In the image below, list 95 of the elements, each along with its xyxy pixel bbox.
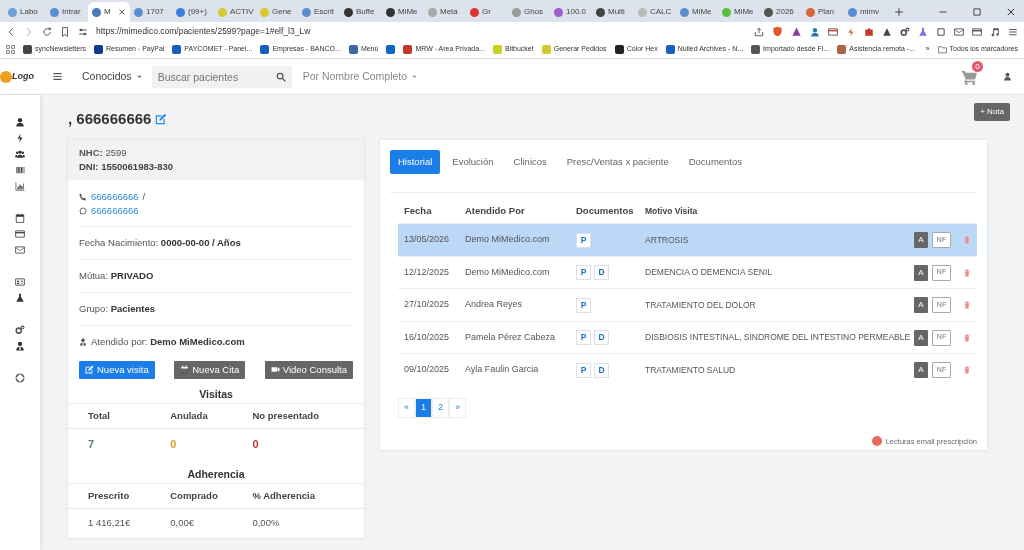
next-page-button[interactable]: » <box>449 397 466 418</box>
browser-tab[interactable]: MiMe <box>676 2 718 22</box>
field-text: Mútua: PRIVADO <box>79 268 154 283</box>
browser-tab[interactable]: CALC <box>634 2 676 22</box>
stat-value: 0,00% <box>251 516 281 531</box>
browser-tab[interactable]: 100.0 <box>550 2 592 22</box>
document-button[interactable]: D <box>594 330 609 345</box>
browser-tab[interactable]: Gr <box>466 2 508 22</box>
a-button[interactable]: A <box>914 329 928 346</box>
table-cell-text: TRATAMIENTO SALUD <box>645 363 737 377</box>
browser-tab[interactable]: mimv <box>844 2 886 22</box>
history-tab[interactable]: Clinicos <box>505 150 555 175</box>
field-text: Atendido por: Demo MiMedico.com <box>91 335 245 350</box>
table-cell-text: Demo MiMedico.com <box>465 233 551 247</box>
browser-tab[interactable]: MiMe <box>382 2 424 22</box>
document-button[interactable]: P <box>576 232 591 248</box>
a-button[interactable]: A <box>914 264 928 281</box>
table-cell-text: 27/10/2025 <box>404 298 451 312</box>
table-cell-text: Ayla Faulin Garcia <box>465 363 540 377</box>
column-header: No presentado <box>232 403 364 429</box>
action-button[interactable]: Nueva Cita <box>174 360 246 379</box>
column-header: Prescrito <box>68 484 151 510</box>
section-title: Visitas <box>198 386 234 402</box>
a-button[interactable]: A <box>914 232 928 248</box>
section-title: Adherencia <box>186 467 246 483</box>
stat-value: 0 <box>170 437 177 450</box>
history-tab[interactable]: Documentos <box>680 150 751 175</box>
search-by-dropdown[interactable]: Por Nombre Completo <box>301 67 420 86</box>
table-cell-text: 12/12/2025 <box>404 265 451 279</box>
phone-link[interactable]: 666666666 <box>91 190 139 205</box>
stat-value: 1 416,21€ <box>87 516 132 531</box>
action-button[interactable]: Nueva visita <box>79 360 155 379</box>
stat-value: 0 <box>252 437 259 450</box>
document-button[interactable]: P <box>576 297 591 313</box>
previous-page-button[interactable]: « <box>398 397 415 418</box>
table-cell-text: ARTROSIS <box>645 233 690 247</box>
document-button[interactable]: P <box>576 362 591 378</box>
browser-tab[interactable]: Labo <box>4 2 46 22</box>
column-header: Documentos <box>576 204 635 219</box>
search-field[interactable]: Buscar pacientes <box>151 65 292 88</box>
filter-dropdown[interactable]: Conocidos <box>81 67 144 86</box>
column-header: % Adherencia <box>232 484 364 510</box>
stat-value: 7 <box>88 437 95 450</box>
table-cell-text: Demo MiMedico.com <box>465 265 551 279</box>
browser-tab[interactable]: 1707 <box>130 2 172 22</box>
cart-count: 0 <box>972 61 983 73</box>
a-button[interactable]: A <box>914 362 928 378</box>
table-cell-text: Andrea Reyes <box>465 298 524 312</box>
browser-tab[interactable]: (99+) <box>172 2 214 22</box>
table-cell-text: 16/10/2025 <box>404 330 451 344</box>
column-header: Motivo Visita <box>645 204 699 218</box>
document-button[interactable]: D <box>594 362 609 378</box>
column-header: Fecha <box>404 204 433 219</box>
browser-tab[interactable]: Multi <box>592 2 634 22</box>
field-text: Grupo: Pacientes <box>79 302 156 316</box>
history-tab[interactable]: Evolución <box>444 150 502 175</box>
separator-text: / <box>142 190 146 204</box>
patient-title: , 666666666 <box>68 108 152 129</box>
browser-tab[interactable]: Gene <box>256 2 298 22</box>
patient-nhc: NHC: 2599 <box>79 146 128 160</box>
action-button[interactable]: Video Consulta <box>264 360 353 379</box>
document-button[interactable]: P <box>576 330 591 345</box>
stat-value: 0,00€ <box>169 516 195 531</box>
table-cell-text: TRATAMIENTO DEL DOLOR <box>645 298 757 312</box>
column-header: Total <box>68 403 151 429</box>
document-button[interactable]: P <box>576 265 591 280</box>
table-cell-text: DEMENCIA O DEMENCIA SENIL <box>645 266 774 279</box>
browser-tab[interactable]: Intrar <box>46 2 88 22</box>
document-button[interactable]: D <box>594 265 609 280</box>
patient-dni: DNI: 1550061983-830 <box>79 160 174 174</box>
column-header: Comprado <box>150 484 233 510</box>
add-note-button[interactable]: + Nota <box>974 103 1010 121</box>
column-header: Anulada <box>150 403 233 429</box>
browser-tab[interactable]: Escrit <box>298 2 340 22</box>
column-header: Atendido Por <box>465 204 526 219</box>
logo: Logo <box>12 69 34 83</box>
browser-tab[interactable]: Meta <box>424 2 466 22</box>
page-button[interactable]: 2 <box>432 397 449 418</box>
table-cell-text: DISBIOSIS INTESTINAL, SINDROME DEL INTESTINO PERMEABLE <box>645 331 912 344</box>
table-cell-text: 13/05/2026 <box>404 233 451 247</box>
a-button[interactable]: A <box>914 297 928 313</box>
history-tab[interactable]: Presc/Ventas x paciente <box>558 150 677 175</box>
browser-tab[interactable]: M <box>88 2 130 22</box>
browser-tab[interactable]: MiMe <box>718 2 760 22</box>
browser-tab[interactable]: 2026 <box>760 2 802 22</box>
table-cell-text: Pamela Pérez Cabeza <box>465 330 557 344</box>
whatsapp-link[interactable]: 666666666 <box>91 204 139 219</box>
browser-tab[interactable]: Ghos <box>508 2 550 22</box>
history-tab[interactable]: Historial <box>390 150 441 175</box>
page-button[interactable]: 1 <box>415 397 432 418</box>
browser-tab[interactable]: ACTIV <box>214 2 256 22</box>
table-cell-text: 09/10/2025 <box>404 363 451 377</box>
browser-tab[interactable]: Buffe <box>340 2 382 22</box>
browser-tab[interactable]: Plan <box>802 2 844 22</box>
field-text: Fecha Nacimiento: 0000-00-00 / Años <box>79 235 241 250</box>
